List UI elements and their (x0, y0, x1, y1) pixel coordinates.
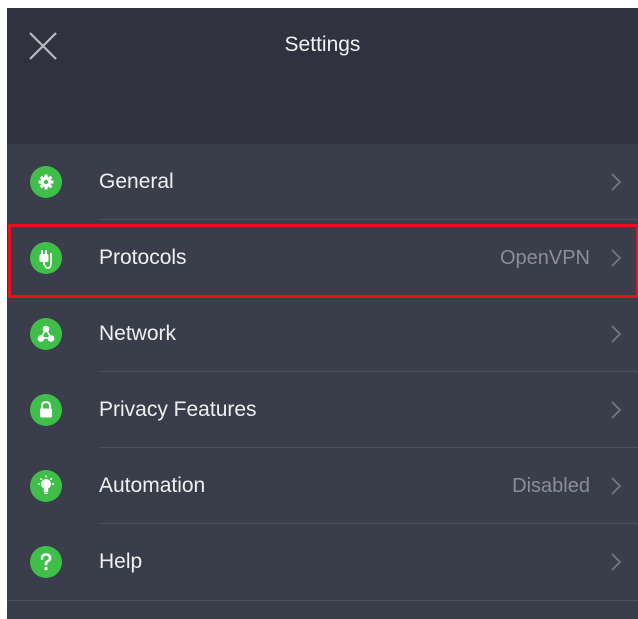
menu-item-network[interactable]: Network (7, 296, 638, 372)
network-icon (30, 318, 62, 350)
page-title: Settings (284, 33, 361, 56)
chevron-right-icon (611, 173, 622, 191)
chevron-right-icon (611, 553, 622, 571)
menu-item-help[interactable]: Help (7, 524, 638, 600)
menu-item-label: Automation (99, 474, 206, 497)
menu-item-protocols[interactable]: Protocols OpenVPN (7, 220, 638, 296)
menu-item-value: OpenVPN (499, 247, 590, 269)
menu-item-privacy-features[interactable]: Privacy Features (7, 372, 638, 448)
gear-icon (30, 166, 62, 198)
settings-panel: Settings General Protocols OpenVPN Netwo… (7, 8, 638, 619)
menu-item-label: Help (99, 550, 143, 573)
settings-header: Settings (7, 8, 638, 144)
menu-item-label: Protocols (99, 246, 187, 269)
menu-item-label: Network (99, 322, 177, 345)
menu-item-automation[interactable]: Automation Disabled (7, 448, 638, 524)
help-icon (30, 546, 62, 578)
bulb-icon (30, 470, 62, 502)
menu-item-value: Disabled (512, 475, 590, 497)
menu-item-label: General (99, 170, 174, 193)
menu-item-label: Privacy Features (99, 398, 257, 421)
settings-menu: General Protocols OpenVPN Network Privac… (7, 144, 638, 600)
menu-item-general[interactable]: General (7, 144, 638, 220)
lock-icon (30, 394, 62, 426)
chevron-right-icon (611, 401, 622, 419)
chevron-right-icon (611, 325, 622, 343)
divider (7, 600, 638, 601)
chevron-right-icon (611, 249, 622, 267)
chevron-right-icon (611, 477, 622, 495)
plug-icon (30, 242, 62, 274)
